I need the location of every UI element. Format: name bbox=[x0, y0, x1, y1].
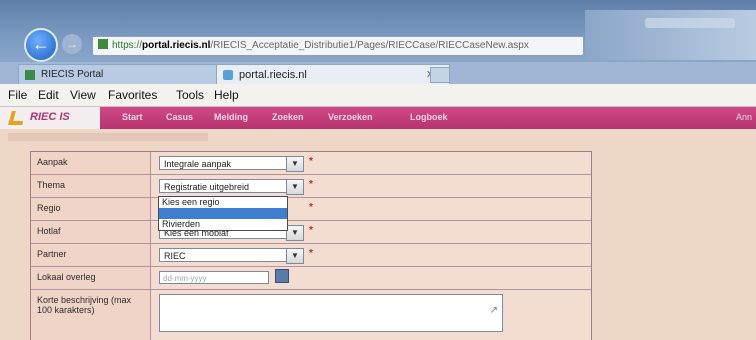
nav-account[interactable]: Ann bbox=[736, 112, 752, 122]
browser-chrome: ← → https://portal.riecis.nl/RIECIS_Acce… bbox=[0, 0, 756, 62]
app-navigation: RIEC IS Start Casus Melding Zoeken Verzo… bbox=[0, 107, 756, 129]
check-logo-icon bbox=[8, 111, 26, 125]
new-tab-button[interactable] bbox=[430, 67, 450, 83]
menu-favorites[interactable]: Favorites bbox=[108, 88, 157, 102]
logo-text: RIEC IS bbox=[30, 111, 70, 123]
form-row-regio: Regio * bbox=[31, 198, 591, 221]
menu-view[interactable]: View bbox=[70, 88, 96, 102]
nav-melding[interactable]: Melding bbox=[214, 112, 248, 122]
field-label: Lokaal overleg bbox=[31, 267, 151, 289]
address-path: /RIECIS_Acceptatie_Distributie1/Pages/RI… bbox=[210, 40, 529, 51]
form-row-aanpak: Aanpak Integrale aanpak ▼ * bbox=[31, 152, 591, 175]
form-row-lokaal-overleg: Lokaal overleg dd-mm-yyyy bbox=[31, 267, 591, 290]
site-favicon-icon bbox=[98, 39, 108, 49]
field-label: Hotlaf bbox=[31, 221, 151, 243]
calendar-icon[interactable] bbox=[275, 269, 289, 283]
riec-favicon-icon bbox=[25, 70, 35, 80]
required-marker: * bbox=[309, 248, 313, 259]
page-favicon-icon bbox=[223, 70, 233, 80]
regio-option[interactable]: Rivierden bbox=[159, 219, 287, 230]
field-label: Aanpak bbox=[31, 152, 151, 174]
main-content: Aanpak Integrale aanpak ▼ * Thema Registr… bbox=[0, 129, 756, 340]
form-row-hotlaf: Hotlaf Kies een moblaf ▼ * bbox=[31, 221, 591, 244]
nav-casus[interactable]: Casus bbox=[166, 112, 193, 122]
chevron-down-icon[interactable]: ▼ bbox=[286, 179, 304, 195]
case-form: Aanpak Integrale aanpak ▼ * Thema Registr… bbox=[30, 151, 592, 340]
required-marker: * bbox=[309, 202, 313, 213]
lokaal-overleg-date-input[interactable]: dd-mm-yyyy bbox=[159, 271, 269, 284]
regio-option[interactable]: Kies een regio bbox=[159, 197, 287, 208]
nav-start[interactable]: Start bbox=[122, 112, 143, 122]
nav-logboek[interactable]: Logboek bbox=[410, 112, 448, 122]
menu-edit[interactable]: Edit bbox=[38, 88, 59, 102]
required-marker: * bbox=[309, 225, 313, 236]
field-label: Regio bbox=[31, 198, 151, 220]
menu-help[interactable]: Help bbox=[214, 88, 239, 102]
partner-select[interactable]: RIEC ▼ bbox=[159, 248, 304, 264]
browser-window: ← → https://portal.riecis.nl/RIECIS_Acce… bbox=[0, 0, 756, 340]
required-marker: * bbox=[309, 156, 313, 167]
riec-logo[interactable]: RIEC IS bbox=[0, 107, 100, 129]
field-label: Thema bbox=[31, 175, 151, 197]
browser-toolbar-right bbox=[585, 10, 756, 60]
blurred-toolbar-item bbox=[645, 18, 735, 28]
beschrijving-textarea[interactable]: ↗ bbox=[159, 294, 503, 332]
thema-select[interactable]: Registratie uitgebreid ▼ bbox=[159, 179, 304, 195]
tab-label: RIECIS Portal bbox=[41, 69, 104, 80]
browser-tabs: RIECIS Portal portal.riecis.nl ✕ bbox=[0, 62, 756, 85]
tab-label: portal.riecis.nl bbox=[239, 69, 307, 81]
tab-portal-riecis[interactable]: portal.riecis.nl ✕ bbox=[216, 64, 450, 85]
forward-arrow-icon[interactable]: → bbox=[62, 34, 82, 54]
chevron-down-icon[interactable]: ▼ bbox=[286, 225, 304, 241]
form-row-thema: Thema Registratie uitgebreid ▼ * bbox=[31, 175, 591, 198]
aanpak-select[interactable]: Integrale aanpak ▼ bbox=[159, 156, 304, 172]
tab-riecis-portal[interactable]: RIECIS Portal bbox=[18, 64, 222, 85]
chevron-down-icon[interactable]: ▼ bbox=[286, 248, 304, 264]
back-arrow-icon[interactable]: ← bbox=[24, 28, 58, 62]
nav-zoeken[interactable]: Zoeken bbox=[272, 112, 304, 122]
form-row-partner: Partner RIEC ▼ * bbox=[31, 244, 591, 267]
menu-file[interactable]: File bbox=[8, 88, 27, 102]
chevron-down-icon[interactable]: ▼ bbox=[286, 156, 304, 172]
field-label: Partner bbox=[31, 244, 151, 266]
content-header bbox=[8, 133, 208, 141]
address-bar[interactable]: https://portal.riecis.nl/RIECIS_Acceptat… bbox=[92, 36, 584, 56]
menu-tools[interactable]: Tools bbox=[176, 88, 204, 102]
regio-option-highlighted[interactable] bbox=[159, 208, 287, 219]
required-marker: * bbox=[309, 179, 313, 190]
resize-handle-icon[interactable]: ↗ bbox=[490, 305, 498, 316]
nav-verzoeken[interactable]: Verzoeken bbox=[328, 112, 373, 122]
regio-dropdown-list[interactable]: Kies een regio Rivierden bbox=[158, 196, 288, 231]
menu-bar: File Edit View Favorites Tools Help bbox=[0, 84, 756, 107]
form-row-beschrijving: Korte beschrijving (max 100 karakters) ↗ bbox=[31, 290, 591, 340]
field-label: Korte beschrijving (max 100 karakters) bbox=[31, 290, 151, 340]
